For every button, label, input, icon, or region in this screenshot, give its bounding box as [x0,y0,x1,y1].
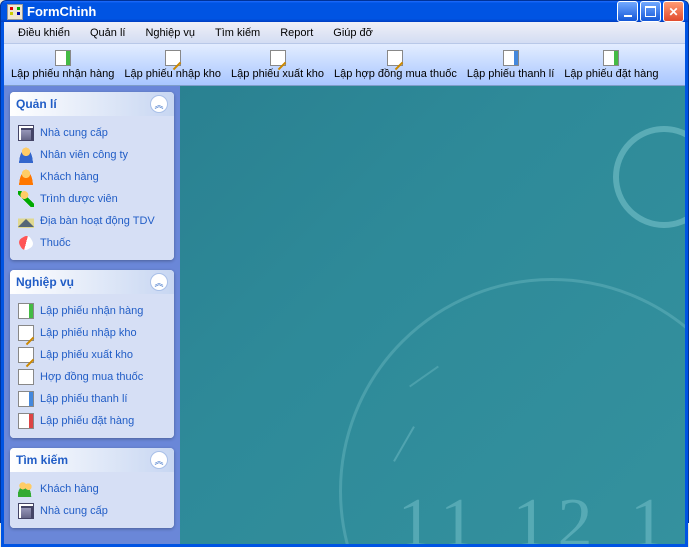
minimize-button[interactable] [617,1,638,22]
close-button[interactable] [663,1,684,22]
sidebar-item-label: Lập phiếu xuất kho [40,349,133,361]
paper-pen-icon [270,50,286,66]
sidebar-item-label: Lập phiếu đặt hàng [40,415,134,427]
collapse-icon[interactable] [150,451,168,469]
paper-red-icon [18,413,34,429]
pane-header[interactable]: Quản lí [10,92,174,116]
menu-tìm-kiếm[interactable]: Tìm kiếm [205,24,270,42]
toolbar-lập-phiếu-nhập-kho[interactable]: Lập phiếu nhập kho [119,45,226,85]
sidebar-item-label: Lập phiếu thanh lí [40,393,127,405]
pane-quản-lí: Quản lí Nhà cung cấp Nhân viên công ty Khác… [10,92,174,260]
sidebar-item-lập-phiếu-nhập-kho[interactable]: Lập phiếu nhập kho [14,322,170,344]
window-body: Điều khiểnQuản líNghiệp vụTìm kiếmReport… [1,22,688,547]
toolbar-lập-phiếu-thanh-lí[interactable]: Lập phiếu thanh lí [462,45,559,85]
sidebar-item-label: Nhân viên công ty [40,149,128,161]
menu-nghiệp-vụ[interactable]: Nghiệp vụ [135,24,205,42]
sidebar-item-trình-dược-viên[interactable]: Trình dược viên [14,188,170,210]
run-icon [18,191,34,207]
main-window: FormChinh Điều khiểnQuản líNghiệp vụTìm … [0,0,689,523]
pane-tìm-kiếm: Tìm kiếm Khách hàng Nhà cung cấp [10,448,174,528]
sidebar-item-nhà-cung-cấp[interactable]: Nhà cung cấp [14,122,170,144]
toolbar-lập-phiếu-nhận-hàng[interactable]: Lập phiếu nhận hàng [6,45,119,85]
sidebar-item-lập-phiếu-xuất-kho[interactable]: Lập phiếu xuất kho [14,344,170,366]
toolbar-label: Lập phiếu đặt hàng [564,68,658,80]
app-icon [7,4,23,20]
content-area: Quản lí Nhà cung cấp Nhân viên công ty Khác… [4,86,685,544]
pane-nghiệp-vụ: Nghiệp vụLập phiếu nhận hàngLập phiếu nh… [10,270,174,438]
paper-pen-icon [165,50,181,66]
sidebar-item-label: Địa bàn hoạt động TDV [40,215,155,227]
person-orange-icon [18,169,34,185]
paper-blue-icon [18,391,34,407]
sidebar-item-lập-phiếu-nhận-hàng[interactable]: Lập phiếu nhận hàng [14,300,170,322]
clock-decoration: 11 12 1 [398,484,675,544]
pane-title: Quản lí [16,97,150,111]
paper-blue-icon [503,50,519,66]
sidebar-item-lập-phiếu-thanh-lí[interactable]: Lập phiếu thanh lí [14,388,170,410]
sidebar-item-label: Lập phiếu nhập kho [40,327,137,339]
sidebar: Quản lí Nhà cung cấp Nhân viên công ty Khác… [4,86,180,544]
window-controls [617,1,684,22]
building-icon [18,125,34,141]
toolbar-lập-hợp-đồng-mua-thuốc[interactable]: Lập hợp đồng mua thuốc [329,45,462,85]
window-title: FormChinh [27,4,617,19]
decoration [409,366,439,388]
pill-icon [17,234,34,251]
sidebar-item-nhân-viên-công-ty[interactable]: Nhân viên công ty [14,144,170,166]
collapse-icon[interactable] [150,95,168,113]
sidebar-item-label: Trình dược viên [40,193,118,205]
maximize-button[interactable] [640,1,661,22]
toolbar-label: Lập phiếu nhận hàng [11,68,114,80]
sidebar-item-địa-bàn-hoạt-động-tdv[interactable]: Địa bàn hoạt động TDV [14,210,170,232]
pane-body: Khách hàng Nhà cung cấp [10,472,174,528]
toolbar-label: Lập phiếu thanh lí [467,68,554,80]
building-icon [18,503,34,519]
toolbar-lập-phiếu-đặt-hàng[interactable]: Lập phiếu đặt hàng [559,45,663,85]
paper-pen-icon [18,325,34,341]
sidebar-item-label: Nhà cung cấp [40,505,108,517]
paper-pen-icon [18,347,34,363]
menu-giúp-đỡ[interactable]: Giúp đỡ [323,24,383,42]
mdi-client-area: 11 12 1 [180,86,685,544]
sidebar-item-thuốc[interactable]: Thuốc [14,232,170,254]
collapse-icon[interactable] [150,273,168,291]
paper-green-icon [18,303,34,319]
person-blue-icon [18,147,34,163]
menu-bar: Điều khiểnQuản líNghiệp vụTìm kiếmReport… [4,22,685,44]
menu-report[interactable]: Report [270,24,323,42]
sidebar-item-label: Khách hàng [40,483,99,495]
toolbar-lập-phiếu-xuất-kho[interactable]: Lập phiếu xuất kho [226,45,329,85]
sidebar-item-label: Thuốc [40,237,71,249]
pane-body: Nhà cung cấp Nhân viên công ty Khách hàng T… [10,116,174,260]
sidebar-item-label: Khách hàng [40,171,99,183]
sidebar-item-khách-hàng[interactable]: Khách hàng [14,478,170,500]
sidebar-item-hợp-đồng-mua-thuốc[interactable]: Hợp đồng mua thuốc [14,366,170,388]
pane-title: Tìm kiếm [16,453,150,467]
pane-body: Lập phiếu nhận hàng Lập phiếu nhập kho Lập… [10,294,174,438]
sidebar-item-nhà-cung-cấp[interactable]: Nhà cung cấp [14,500,170,522]
toolbar: Lập phiếu nhận hàngLập phiếu nhập khoLập… [4,44,685,86]
decoration [393,426,415,462]
sidebar-item-label: Hợp đồng mua thuốc [40,371,143,383]
pane-header[interactable]: Tìm kiếm [10,448,174,472]
sidebar-item-label: Nhà cung cấp [40,127,108,139]
sidebar-item-khách-hàng[interactable]: Khách hàng [14,166,170,188]
menu-quản-lí[interactable]: Quản lí [80,24,135,42]
pane-header[interactable]: Nghiệp vụ [10,270,174,294]
sidebar-item-label: Lập phiếu nhận hàng [40,305,143,317]
people-icon [18,481,34,497]
pane-title: Nghiệp vụ [16,275,150,289]
paper-green-icon [603,50,619,66]
sidebar-item-lập-phiếu-đặt-hàng[interactable]: Lập phiếu đặt hàng [14,410,170,432]
paper-plain-icon [18,369,34,385]
paper-pen-icon [387,50,403,66]
home-icon [18,213,34,229]
paper-green-icon [55,50,71,66]
title-bar[interactable]: FormChinh [1,1,688,22]
menu-điều-khiển[interactable]: Điều khiển [8,24,80,42]
